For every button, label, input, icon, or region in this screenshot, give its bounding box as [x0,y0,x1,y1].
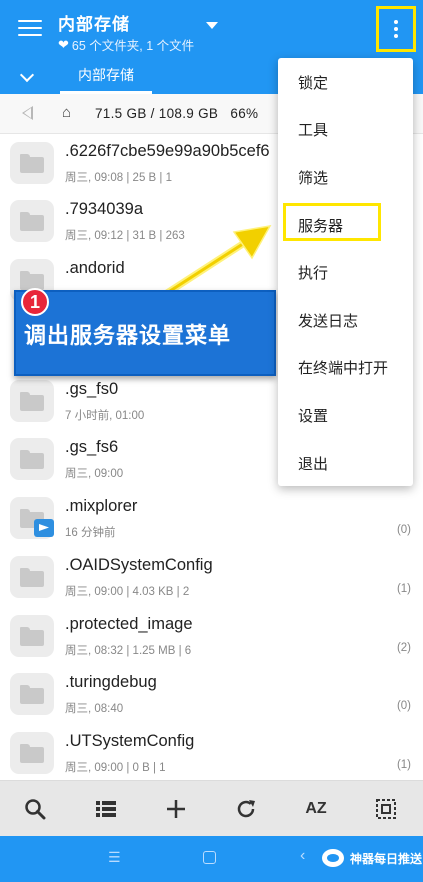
step-number-badge: 1 [21,288,49,316]
file-name: .UTSystemConfig [65,732,195,750]
file-name: .gs_fs0 [65,380,119,398]
chevron-down-icon[interactable] [19,67,35,83]
view-mode-button[interactable] [80,781,132,837]
file-meta: 周三, 09:00 | 4.03 KB | 2 [65,586,190,598]
menu-item-exit[interactable]: 退出 [278,439,413,486]
file-name: .6226f7cbe59e99a90b5cef6 [65,142,270,160]
menu-item-tools[interactable]: 工具 [278,105,413,152]
callout-text: 调出服务器设置菜单 [24,323,232,348]
file-name: .andorid [65,259,125,277]
folder-icon [10,673,54,715]
menu-item-label: 在终端中打开 [298,360,389,377]
folder-icon [10,142,54,184]
menu-item-filter[interactable]: 筛选 [278,153,413,200]
list-item[interactable]: .UTSystemConfig 周三, 09:00 | 0 B | 1 (1) [0,724,423,780]
plus-icon [167,800,185,818]
callout-banner: 1 调出服务器设置菜单 [14,288,276,376]
tab-internal-storage[interactable]: 内部存储 [60,62,152,94]
sort-label: AZ [305,800,327,817]
menu-item-label: 发送日志 [298,313,359,330]
menu-item-open-in-terminal[interactable]: 在终端中打开 [278,343,413,390]
title-dropdown-icon[interactable] [206,22,218,29]
home-icon[interactable]: ⌂ [62,104,71,121]
app-bar: 内部存储 ❤ 65 个文件夹, 1 个文件 [0,0,423,62]
list-item[interactable]: .mixplorer 16 分钟前 (0) [0,489,423,547]
wechat-logo-icon [322,849,344,867]
back-arrow-icon[interactable] [22,106,33,120]
file-name: .gs_fs6 [65,438,119,456]
add-button[interactable] [150,781,202,837]
menu-drawer-icon[interactable] [18,20,42,40]
back-nav-icon[interactable]: ‹ [300,847,305,865]
overflow-menu: 锁定 工具 筛选 服务器 执行 发送日志 在终端中打开 设置 退出 [278,58,413,486]
file-meta: 7 小时前, 01:00 [65,410,145,422]
menu-item-send-log[interactable]: 发送日志 [278,296,413,343]
file-name: .mixplorer [65,497,138,515]
system-nav-bar: ☰ ‹ 神器每日推送 [0,836,423,882]
app-badge-icon [34,519,54,537]
folder-icon [10,732,54,774]
item-count: (0) [396,524,411,536]
select-all-button[interactable] [360,781,412,837]
folder-icon [10,200,54,242]
menu-item-label: 锁定 [298,75,329,92]
bottom-toolbar: AZ [0,780,423,836]
file-meta: 16 分钟前 [65,527,116,539]
item-count: (0) [396,700,411,712]
storage-usage: 71.5 GB / 108.9 GB 66% [95,106,258,121]
menu-item-label: 退出 [298,456,329,473]
file-meta: 周三, 09:12 | 31 B | 263 [65,230,185,242]
file-meta: 周三, 08:40 [65,703,124,715]
menu-item-label: 执行 [298,265,329,282]
overflow-menu-button[interactable] [376,6,416,52]
file-name: .protected_image [65,615,193,633]
storage-usage-value: 71.5 GB / 108.9 GB [95,106,219,121]
menu-item-label: 工具 [298,122,329,139]
menu-item-execute[interactable]: 执行 [278,248,413,295]
folder-icon [10,380,54,422]
watermark: 神器每日推送 [322,849,422,867]
menu-item-server[interactable]: 服务器 [278,201,413,248]
file-meta: 周三, 09:00 | 0 B | 1 [65,762,166,774]
home-nav-icon[interactable] [203,851,216,864]
folder-icon [10,615,54,657]
item-count: (1) [396,759,411,771]
list-view-icon [96,801,116,817]
search-button[interactable] [9,781,61,837]
list-item[interactable]: .protected_image 周三, 08:32 | 1.25 MB | 6… [0,607,423,665]
file-name: .turingdebug [65,673,157,691]
menu-item-label: 筛选 [298,170,329,187]
menu-item-settings[interactable]: 设置 [278,391,413,438]
folder-icon [10,438,54,480]
select-all-icon [376,799,396,819]
file-name: .7934039a [65,200,143,218]
list-item[interactable]: .turingdebug 周三, 08:40 (0) [0,665,423,723]
heart-icon[interactable]: ❤ [58,37,69,53]
folder-icon [10,556,54,598]
item-count: (2) [396,642,411,654]
watermark-text: 神器每日推送 [350,851,423,866]
file-name: .OAIDSystemConfig [65,556,213,574]
file-manager-screen: 内部存储 ❤ 65 个文件夹, 1 个文件 内部存储 ⌂ 71.5 GB / 1… [0,0,423,882]
list-item[interactable]: .OAIDSystemConfig 周三, 09:00 | 4.03 KB | … [0,548,423,606]
menu-item-lock[interactable]: 锁定 [278,58,413,105]
file-meta: 周三, 08:32 | 1.25 MB | 6 [65,645,192,657]
refresh-button[interactable] [220,781,272,837]
file-meta: 周三, 09:00 [65,468,124,480]
menu-item-label: 设置 [298,408,329,425]
search-icon [25,799,46,820]
folder-summary-text: 65 个文件夹, 1 个文件 [71,39,195,53]
folder-summary: ❤ 65 个文件夹, 1 个文件 [58,35,194,54]
page-title: 内部存储 [58,15,130,34]
menu-item-label: 服务器 [298,218,344,235]
refresh-icon [237,800,255,818]
storage-usage-percent: 66% [230,106,259,121]
sort-button[interactable]: AZ [290,781,342,837]
tab-label: 内部存储 [78,67,134,83]
item-count: (1) [396,583,411,595]
recent-apps-icon[interactable]: ☰ [108,849,121,866]
file-meta: 周三, 09:08 | 25 B | 1 [65,172,172,184]
